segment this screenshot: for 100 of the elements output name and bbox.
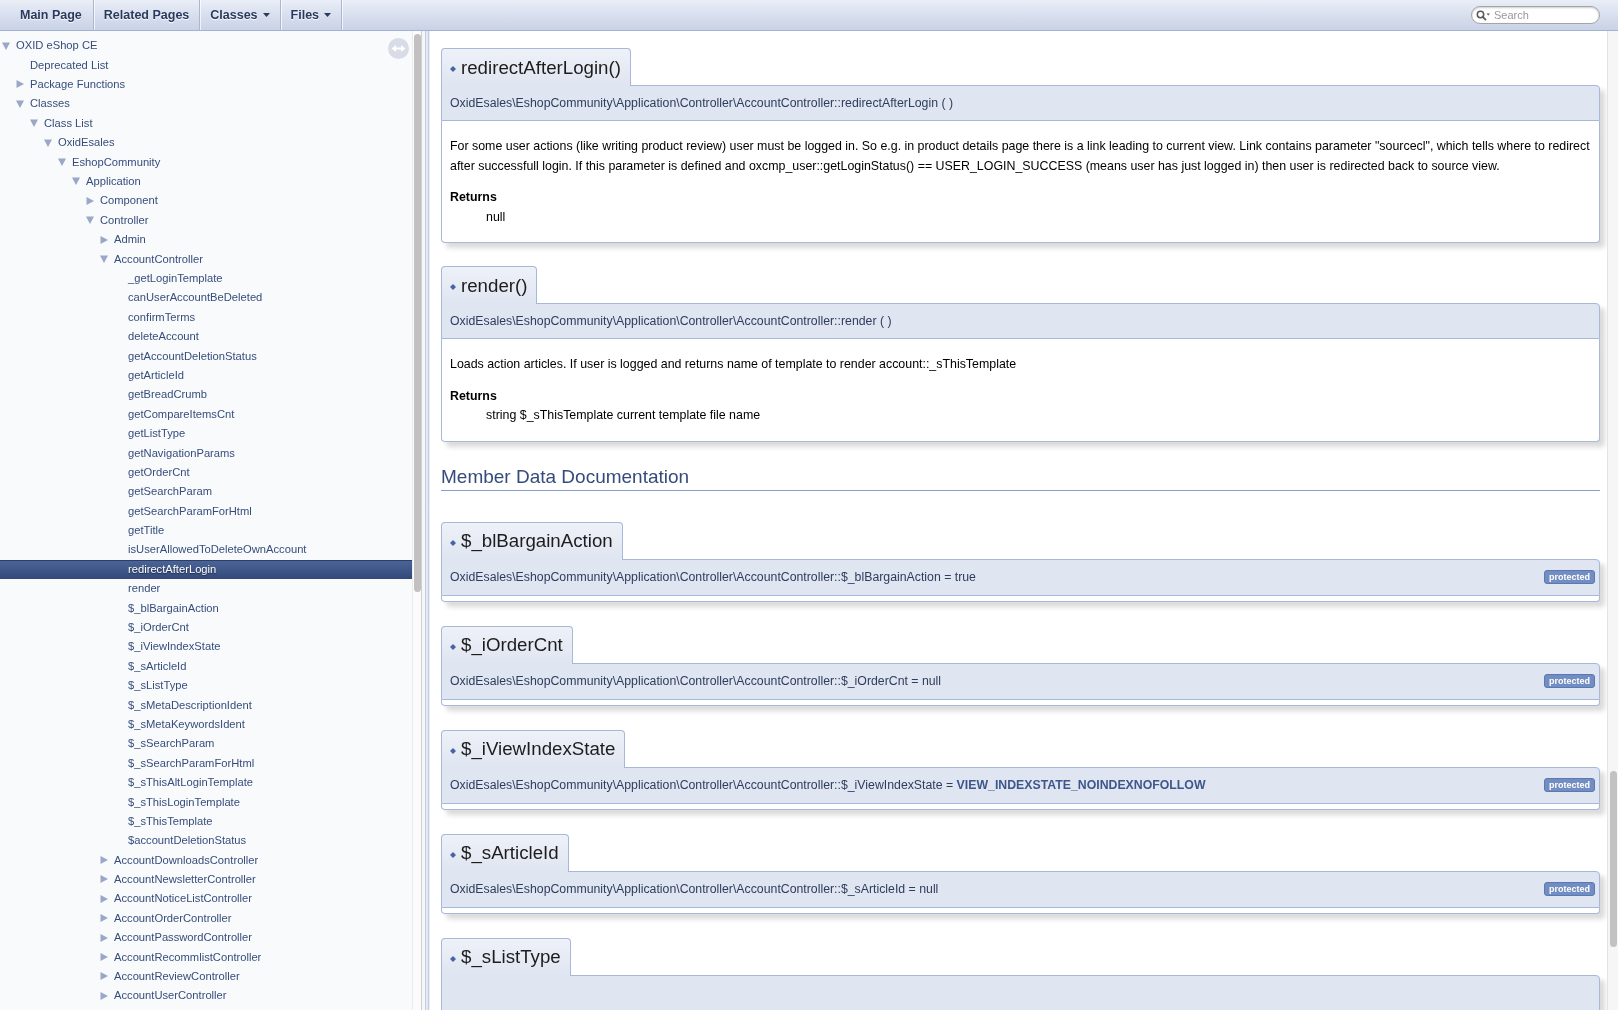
- search-field[interactable]: Search: [1471, 6, 1600, 24]
- nav-tab[interactable]: Related Pages: [93, 0, 201, 30]
- tree-link[interactable]: Component: [100, 192, 158, 210]
- tree-link[interactable]: getTitle: [128, 522, 165, 539]
- nav-tab[interactable]: Classes: [200, 0, 281, 30]
- tree-link[interactable]: confirmTerms: [128, 308, 196, 326]
- tree-link[interactable]: $_iViewIndexState: [128, 638, 221, 656]
- tree-link[interactable]: $_sSearchParamForHtml: [128, 754, 255, 772]
- triangle-right-icon[interactable]: [100, 894, 108, 903]
- tree-link[interactable]: $accountDeletionStatus: [128, 832, 247, 850]
- tree-link[interactable]: getNavigationParams: [128, 444, 235, 462]
- diamond-icon[interactable]: [450, 747, 456, 754]
- tree-link[interactable]: getBreadCrumb: [128, 386, 207, 404]
- tree-link[interactable]: AccountNoticeListController: [114, 890, 253, 908]
- tree-link[interactable]: $_sThisTemplate: [128, 812, 213, 830]
- tree-link[interactable]: Class List: [44, 114, 93, 132]
- triangle-down-icon[interactable]: [58, 158, 66, 167]
- triangle-down-icon[interactable]: [44, 138, 52, 147]
- triangle-right-icon[interactable]: [86, 196, 94, 205]
- tree-link[interactable]: render: [128, 580, 161, 598]
- tree-link[interactable]: getOrderCnt: [128, 463, 190, 481]
- tree-link[interactable]: isUserAllowedToDeleteOwnAccount: [128, 541, 307, 559]
- tree-link[interactable]: $_sMetaKeywordsIdent: [128, 715, 245, 733]
- triangle-right-icon[interactable]: [100, 933, 108, 942]
- tree-link[interactable]: $_sThisLoginTemplate: [128, 793, 240, 811]
- diamond-icon[interactable]: [450, 539, 456, 546]
- tree-link[interactable]: getArticleId: [128, 366, 184, 384]
- diamond-icon[interactable]: [450, 851, 456, 858]
- scrollbar-thumb[interactable]: [413, 34, 421, 592]
- triangle-right-icon[interactable]: [16, 80, 24, 89]
- tree-link[interactable]: $_sThisAltLoginTemplate: [128, 774, 253, 791]
- tree-link[interactable]: $_sArticleId: [128, 657, 187, 675]
- tree-link[interactable]: OXID eShop CE: [16, 37, 98, 55]
- tree-link[interactable]: getSearchParamForHtml: [128, 502, 252, 520]
- member-name: $_sListType: [461, 945, 561, 969]
- tree-link[interactable]: AccountPasswordController: [114, 929, 253, 947]
- triangle-right-icon[interactable]: [100, 991, 108, 1000]
- diamond-icon[interactable]: [450, 955, 456, 962]
- member-name: $_sArticleId: [461, 841, 559, 865]
- tree-link[interactable]: Package Functions: [30, 76, 126, 93]
- triangle-right-icon[interactable]: [100, 953, 108, 962]
- description-text: Loads action articles. If user is logged and returns name of template to render account::_sThisTemplate: [450, 356, 1017, 373]
- tree-link[interactable]: getAccountDeletionStatus: [128, 347, 257, 365]
- tree-link[interactable]: Application: [86, 173, 141, 190]
- tree-link[interactable]: deleteAccount: [128, 328, 199, 345]
- tree-link[interactable]: redirectAfterLogin: [128, 561, 217, 579]
- diamond-icon[interactable]: [450, 643, 456, 650]
- tree-link[interactable]: AccountNewsletterController: [114, 871, 256, 888]
- scrollbar-thumb[interactable]: [1609, 771, 1617, 947]
- tree-link[interactable]: AccountDownloadsController: [114, 851, 259, 869]
- function-signature: OxidEsales\EshopCommunity\Application\Controller\AccountController::render ( ): [450, 312, 892, 330]
- tree-link[interactable]: OxidEsales: [58, 134, 115, 152]
- returns-heading: Returns: [450, 387, 497, 405]
- access-level-label: protected: [1544, 570, 1595, 584]
- tree-link[interactable]: EshopCommunity: [72, 153, 161, 171]
- triangle-down-icon[interactable]: [2, 41, 10, 50]
- tree-link[interactable]: getListType: [128, 425, 186, 442]
- tree-link[interactable]: $_sListType: [128, 677, 188, 694]
- triangle-right-icon[interactable]: [100, 235, 108, 244]
- description-text: For some user actions (like writing product review) user must be logged in. So e.g. in product details page there is a link leading to current view. Link contains parameter "sourcecl", which tells where to redirect after successfull login. If this parameter is defined and oxcmp_user::getLoginStatus() == USER_LOGIN_SUCCESS (means user has just logged in) then user is redirected back to source view.: [450, 138, 1591, 175]
- tree-link[interactable]: $_iOrderCnt: [128, 619, 189, 636]
- triangle-down-icon[interactable]: [72, 177, 80, 186]
- tree-link[interactable]: AccountUserController: [114, 987, 227, 1005]
- tree-link[interactable]: Deprecated List: [30, 56, 109, 74]
- tree-link[interactable]: AccountOrderController: [114, 909, 232, 927]
- triangle-right-icon[interactable]: [100, 914, 108, 923]
- constant-link[interactable]: VIEW_INDEXSTATE_NOINDEXNOFOLLOW: [956, 777, 1206, 792]
- tree-link[interactable]: AccountRecommlistController: [114, 948, 262, 966]
- member-declaration: OxidEsales\EshopCommunity\Application\Controller\AccountController::$_iOrderCnt = null: [450, 672, 942, 690]
- triangle-right-icon[interactable]: [100, 875, 108, 884]
- tree-link[interactable]: Controller: [100, 211, 149, 229]
- tree-link[interactable]: $_sSearchParam: [128, 735, 215, 753]
- tree-link[interactable]: $_blBargainAction: [128, 599, 219, 617]
- triangle-down-icon[interactable]: [30, 119, 38, 128]
- triangle-right-icon[interactable]: [100, 972, 108, 981]
- tree-link[interactable]: Admin: [114, 231, 146, 248]
- tree-link[interactable]: AccountReviewController: [114, 968, 240, 985]
- tree-link[interactable]: Classes: [30, 95, 70, 113]
- tree-link[interactable]: _getLoginTemplate: [128, 270, 223, 287]
- splitter-handle[interactable]: [421, 31, 432, 1010]
- member-name: $_iOrderCnt: [461, 633, 563, 657]
- nav-tab[interactable]: Main Page: [0, 0, 94, 30]
- access-level-label: protected: [1544, 882, 1595, 896]
- returns-heading: Returns: [450, 189, 497, 206]
- nav-tab[interactable]: Files: [280, 0, 343, 30]
- diamond-icon[interactable]: [450, 66, 456, 72]
- tree-link[interactable]: $_sMetaDescriptionIdent: [128, 696, 252, 714]
- tree-link[interactable]: canUserAccountBeDeleted: [128, 289, 263, 307]
- member-declaration: OxidEsales\EshopCommunity\Application\Controller\AccountController::$_sArticleId = null: [450, 880, 939, 898]
- tree-link[interactable]: getCompareItemsCnt: [128, 405, 235, 423]
- diamond-icon[interactable]: [450, 284, 456, 290]
- tree-link[interactable]: AccountController: [114, 250, 203, 268]
- tree-link[interactable]: getSearchParam: [128, 483, 212, 501]
- sync-icon[interactable]: [388, 38, 409, 59]
- returns-text: string $_sThisTemplate current template file name: [486, 407, 761, 424]
- triangle-right-icon[interactable]: [100, 856, 108, 865]
- access-level-label: protected: [1544, 674, 1595, 688]
- triangle-down-icon[interactable]: [100, 255, 108, 263]
- triangle-down-icon[interactable]: [16, 99, 24, 108]
- triangle-down-icon[interactable]: [86, 216, 94, 225]
